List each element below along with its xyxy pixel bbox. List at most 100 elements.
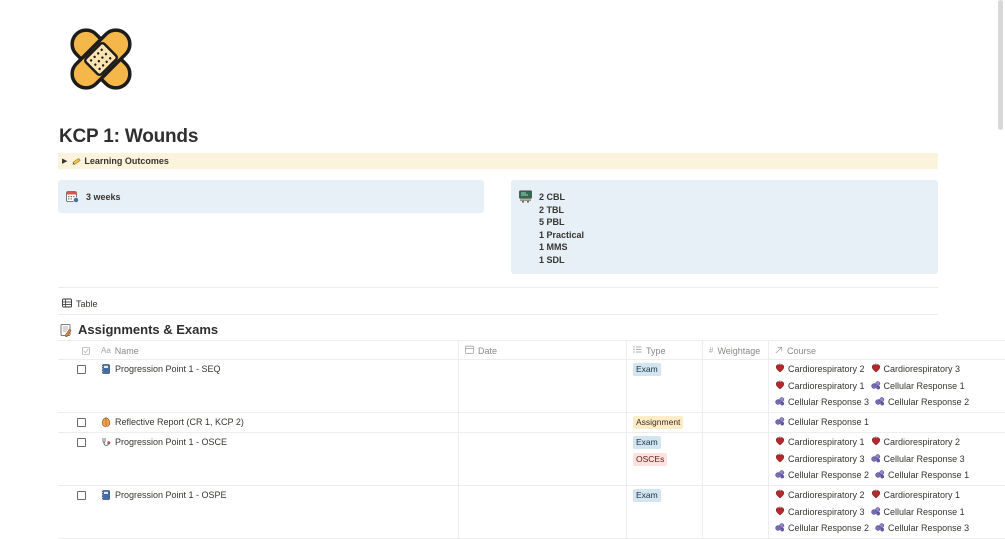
cells-icon (775, 469, 785, 481)
column-header-weightage[interactable]: # Weightage (702, 341, 760, 360)
table-row[interactable]: Progression Point 1 - SEQ Exam Cardiorespi… (58, 360, 1005, 413)
row-types: Assignment (633, 416, 684, 429)
cells-icon (870, 380, 881, 392)
course-name: Cardiorespiratory 2 (883, 437, 961, 448)
row-date-cell[interactable] (458, 360, 459, 412)
row-name-text: Progression Point 1 - OSPE (115, 490, 227, 500)
course-name: Cardiorespiratory 3 (788, 506, 865, 517)
session-line: 2 CBL (539, 192, 566, 202)
row-date-cell[interactable] (458, 486, 459, 538)
row-weightage-cell[interactable] (702, 486, 703, 538)
table-header: Aa Name Date Type # Weightage Course (58, 340, 1005, 360)
anatomical-heart-icon (775, 506, 785, 518)
course-link[interactable]: Cellular Response 2 (775, 469, 869, 482)
course-link[interactable]: Cardiorespiratory 1 (775, 380, 865, 393)
row-type-cell[interactable] (626, 433, 627, 485)
column-header-type[interactable]: Type (626, 341, 666, 360)
table-body: Progression Point 1 - SEQ Exam Cardiorespi… (58, 360, 1005, 539)
course-link[interactable]: Cellular Response 3 (870, 453, 965, 466)
row-course-cell[interactable] (768, 486, 769, 538)
column-header-date[interactable]: Date (458, 341, 497, 360)
calendar-icon (66, 190, 79, 203)
stethoscope-icon (101, 437, 111, 447)
memo-icon (60, 323, 74, 337)
row-checkbox[interactable] (77, 491, 86, 500)
row-course-cell[interactable] (768, 413, 769, 432)
row-checkbox[interactable] (77, 438, 86, 447)
triangle-right-icon[interactable]: ▶ (62, 157, 67, 165)
duration-callout[interactable]: 3 weeks (58, 180, 484, 213)
row-type-cell[interactable] (626, 413, 627, 432)
row-name[interactable]: Reflective Report (CR 1, KCP 2) (101, 417, 244, 427)
table-row[interactable]: Progression Point 1 - OSPE Exam Cardioresp… (58, 486, 1005, 539)
view-tab-table[interactable]: Table (62, 298, 98, 310)
vertical-scrollbar[interactable] (998, 0, 1003, 130)
course-link[interactable]: Cardiorespiratory 3 (775, 453, 865, 466)
course-link[interactable]: Cellular Response 1 (775, 416, 869, 429)
course-link[interactable]: Cellular Response 1 (875, 469, 969, 482)
course-link[interactable]: Cellular Response 3 (775, 396, 869, 409)
row-weightage-cell[interactable] (702, 433, 703, 485)
row-courses: Cardiorespiratory 2 Cardiorespiratory 1 Ca… (775, 489, 1005, 535)
table-row[interactable]: Progression Point 1 - OSCE Exam OSCEs Cardi… (58, 433, 1005, 486)
session-line: 1 Practical (539, 229, 585, 240)
view-tab-label: Table (76, 299, 98, 309)
course-name: Cardiorespiratory 1 (788, 380, 865, 391)
anatomical-heart-icon (775, 489, 785, 501)
type-tag: OSCEs (633, 453, 668, 466)
course-link[interactable]: Cellular Response 3 (875, 522, 969, 535)
course-link[interactable]: Cardiorespiratory 1 (775, 436, 865, 449)
row-weightage-cell[interactable] (702, 360, 703, 412)
select-all-checkbox[interactable] (82, 341, 90, 360)
bandage-icon[interactable] (60, 18, 142, 100)
list-property-icon (633, 345, 642, 356)
row-checkbox[interactable] (77, 365, 86, 374)
row-course-cell[interactable] (768, 433, 769, 485)
row-name-text: Reflective Report (CR 1, KCP 2) (115, 417, 244, 427)
cells-icon (870, 453, 881, 465)
row-name[interactable]: Progression Point 1 - OSPE (101, 490, 227, 500)
row-courses: Cellular Response 1 (775, 416, 1005, 429)
course-link[interactable]: Cardiorespiratory 3 (775, 506, 865, 519)
brain-icon (101, 417, 111, 427)
type-tag: Exam (633, 436, 661, 449)
row-checkbox[interactable] (77, 418, 86, 427)
course-link[interactable]: Cellular Response 2 (775, 522, 869, 535)
course-link[interactable]: Cellular Response 2 (875, 396, 969, 409)
course-link[interactable]: Cardiorespiratory 3 (871, 363, 960, 376)
row-date-cell[interactable] (458, 433, 459, 485)
page-title[interactable]: KCP 1: Wounds (59, 126, 198, 148)
course-name: Cellular Response 1 (883, 506, 965, 517)
sessions-callout[interactable]: 2 CBL 2 TBL 5 PBL 1 Practical 1 MMS 1 SD… (511, 180, 938, 274)
course-name: Cellular Response 1 (788, 417, 870, 428)
row-weightage-cell[interactable] (702, 413, 703, 432)
course-name: Cellular Response 2 (788, 523, 870, 534)
toggle-label: Learning Outcomes (84, 156, 169, 166)
course-link[interactable]: Cardiorespiratory 2 (871, 436, 961, 449)
column-header-label: Type (646, 345, 666, 356)
row-name[interactable]: Progression Point 1 - SEQ (101, 364, 221, 374)
column-header-name[interactable]: Aa Name (101, 341, 139, 360)
learning-outcomes-toggle[interactable]: ▶ Learning Outcomes (58, 153, 938, 169)
cells-icon (775, 416, 785, 428)
column-header-label: Weightage (717, 345, 761, 356)
database-title[interactable]: Assignments & Exams (60, 322, 218, 337)
course-link[interactable]: Cellular Response 1 (870, 506, 965, 519)
row-type-cell[interactable] (626, 360, 627, 412)
cells-icon (870, 506, 881, 518)
row-date-cell[interactable] (458, 413, 459, 432)
table-row[interactable]: Reflective Report (CR 1, KCP 2) Assignmen… (58, 413, 1005, 433)
row-name-text: Progression Point 1 - OSCE (115, 437, 228, 447)
course-link[interactable]: Cardiorespiratory 2 (775, 489, 865, 502)
course-link[interactable]: Cellular Response 1 (870, 380, 965, 393)
session-line: 5 PBL (539, 217, 565, 227)
column-header-course[interactable]: Course (768, 341, 816, 360)
row-course-cell[interactable] (768, 360, 769, 412)
row-type-cell[interactable] (626, 486, 627, 538)
notebook-icon (101, 490, 111, 500)
notebook-icon (101, 364, 111, 374)
row-name[interactable]: Progression Point 1 - OSCE (101, 437, 227, 447)
course-link[interactable]: Cardiorespiratory 1 (871, 489, 961, 502)
course-name: Cardiorespiratory 1 (883, 490, 961, 501)
course-link[interactable]: Cardiorespiratory 2 (775, 363, 865, 376)
